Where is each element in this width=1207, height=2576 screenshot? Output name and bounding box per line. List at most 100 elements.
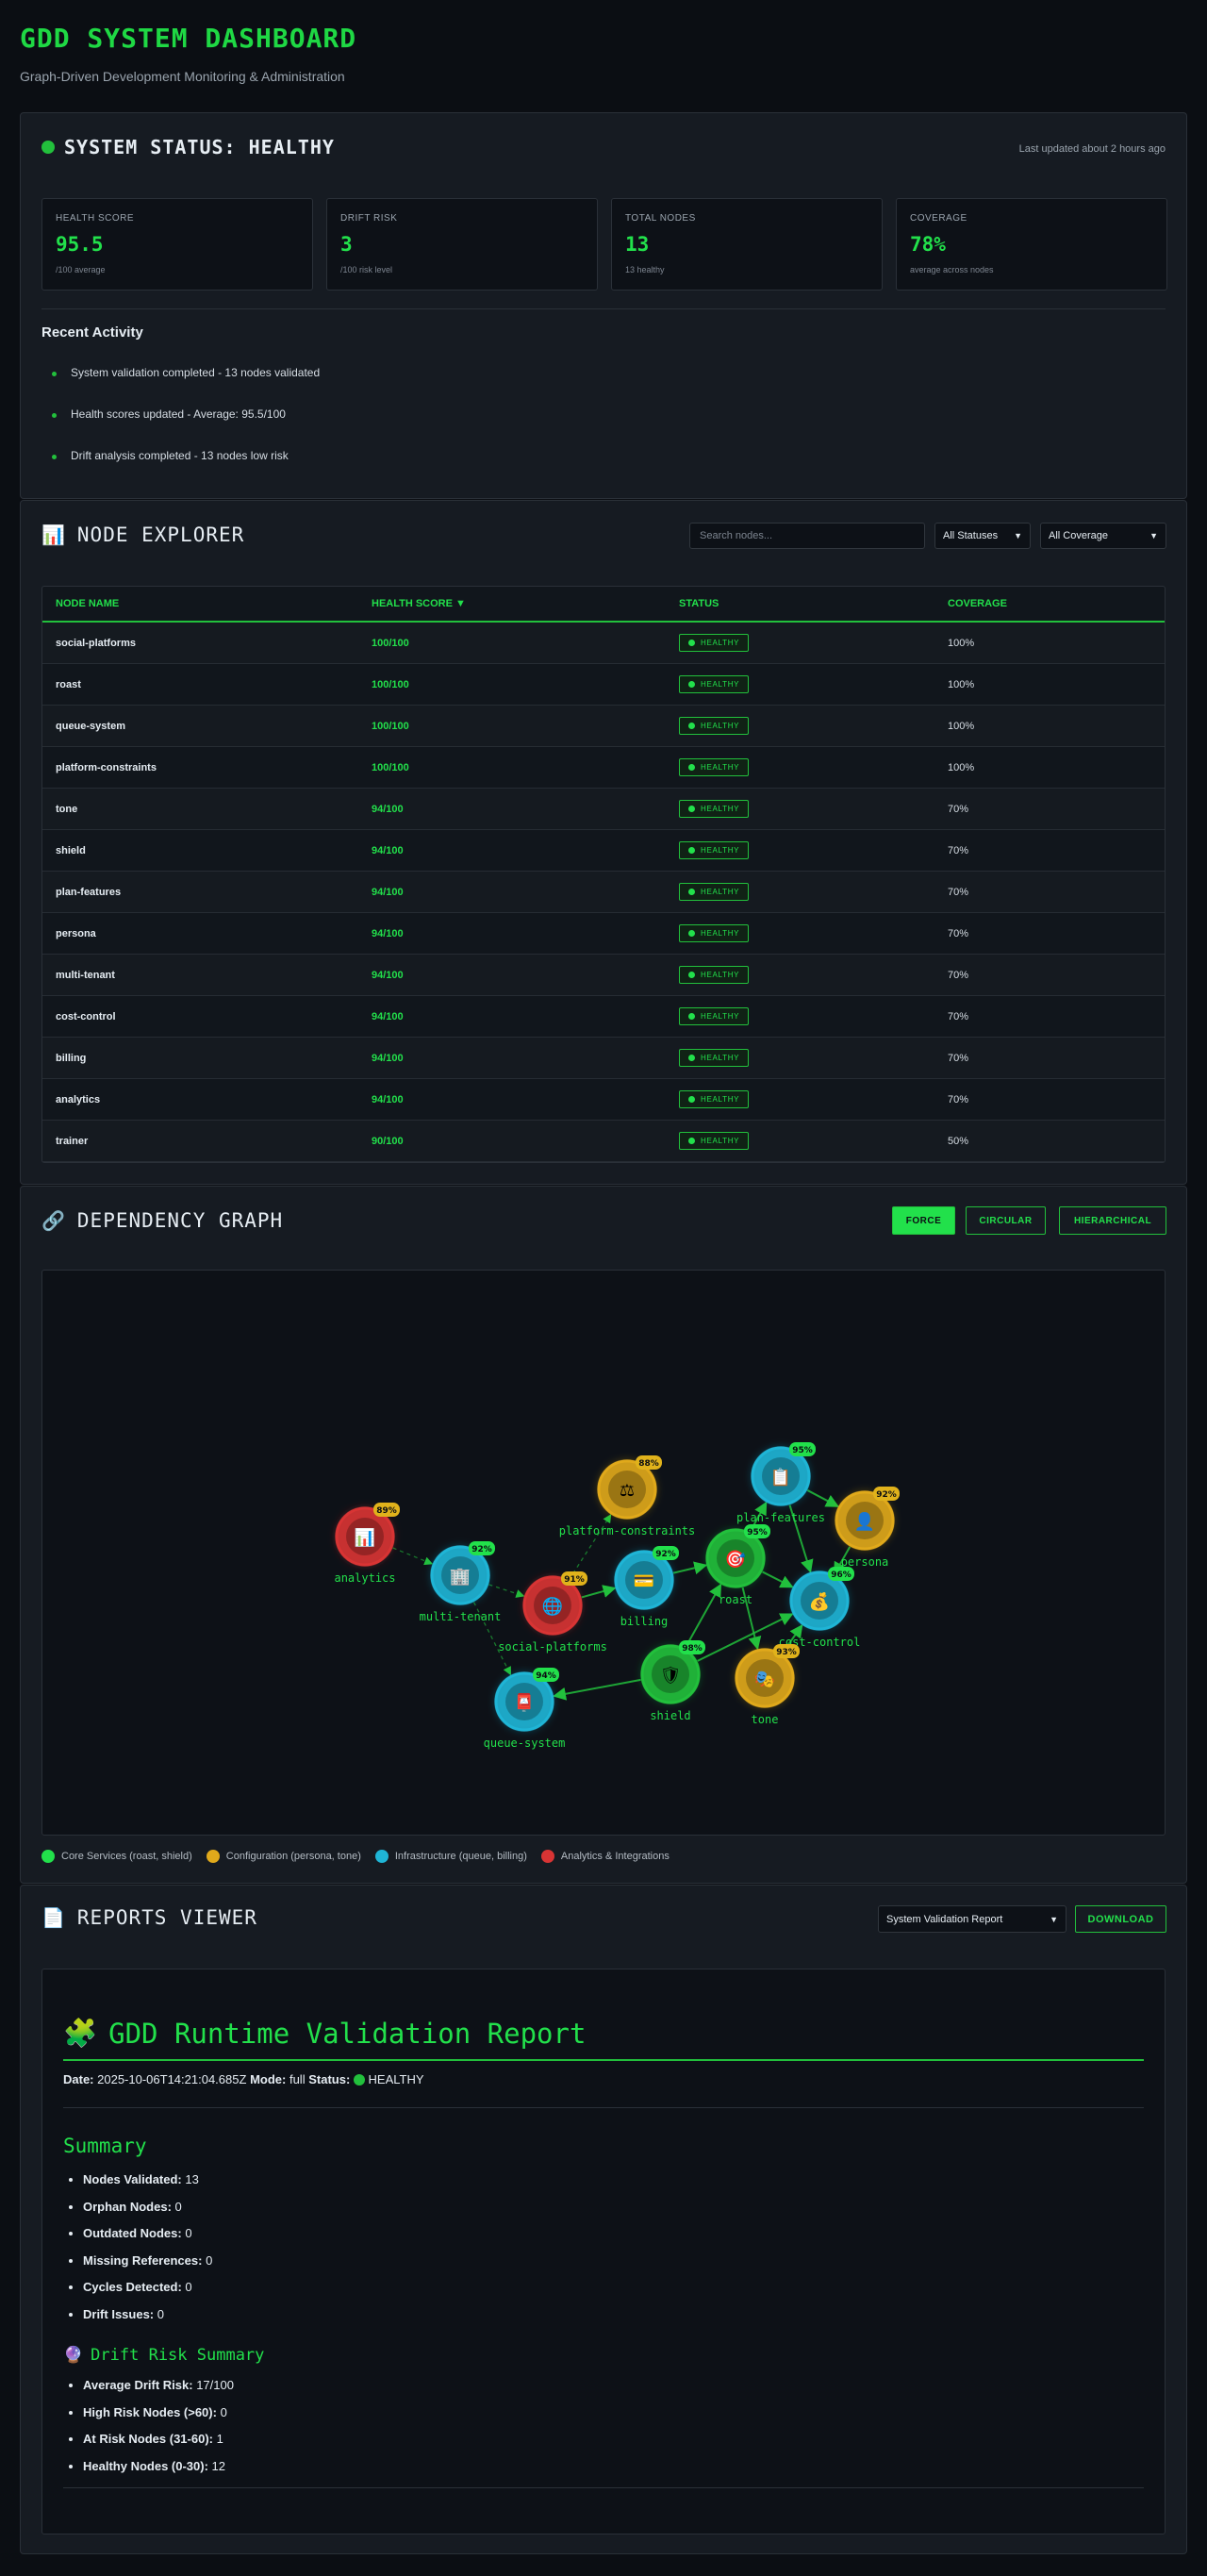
mode-label: Mode: — [250, 2072, 287, 2086]
metric-total-nodes: TOTAL NODES 13 13 healthy — [611, 198, 883, 291]
status-badge-text: HEALTHY — [701, 888, 740, 896]
coverage-filter-select[interactable]: All Coverage ▼ — [1040, 523, 1166, 549]
table-row[interactable]: shield 94/100 HEALTHY 70% — [42, 830, 1165, 872]
layout-force-button[interactable]: FORCE — [892, 1206, 955, 1235]
last-updated: Last updated about 2 hours ago — [1018, 143, 1166, 155]
table-row[interactable]: persona 94/100 HEALTHY 70% — [42, 913, 1165, 955]
table-row[interactable]: plan-features 94/100 HEALTHY 70% — [42, 872, 1165, 913]
graph-node-multi-tenant[interactable]: 🏢 92% multi-tenant — [420, 1541, 502, 1623]
report-document: 🧩 GDD Runtime Validation Report Date: 20… — [41, 1969, 1166, 2534]
legend-item-infra: Infrastructure (queue, billing) — [374, 1850, 527, 1863]
metrics-row: HEALTH SCORE 95.5 /100 average DRIFT RIS… — [41, 198, 1167, 291]
shield-node-icon: 🛡 — [660, 1666, 682, 1685]
graph-node-queue-system[interactable]: 📮 94% queue-system — [484, 1668, 566, 1750]
column-header-coverage[interactable]: COVERAGE — [948, 598, 1165, 609]
graph-edge — [762, 1571, 794, 1588]
node-name-cell: analytics — [56, 1093, 101, 1105]
status-dot-icon — [688, 889, 695, 895]
status-cell: HEALTHY — [679, 717, 948, 735]
column-header-health[interactable]: HEALTH SCORE ▼ — [372, 598, 679, 609]
status-cell: HEALTHY — [679, 634, 948, 652]
status-cell: HEALTHY — [679, 883, 948, 901]
node-badge-text: 98% — [682, 1644, 703, 1654]
drift-value: 0 — [220, 2404, 227, 2419]
node-label: queue-system — [484, 1737, 566, 1750]
status-badge: HEALTHY — [679, 966, 750, 984]
health-score-cell: 100/100 — [372, 720, 409, 732]
tone-node-icon: 🎭 — [754, 1670, 775, 1688]
table-row[interactable]: social-platforms 100/100 HEALTHY 100% — [42, 623, 1165, 664]
drift-item: Average Drift Risk: 17/100 — [83, 2378, 1144, 2405]
graph-node-analytics[interactable]: 📊 89% analytics — [334, 1503, 400, 1585]
page-header: GDD SYSTEM DASHBOARD Graph-Driven Develo… — [20, 23, 1187, 84]
graph-node-persona[interactable]: 👤 92% persona — [835, 1487, 900, 1569]
drift-heading: 🔮 Drift Risk Summary — [63, 2346, 1144, 2365]
graph-svg: 📊 89% analytics 🏢 92% multi-tenant 🌐 91% social-… — [334, 1442, 900, 1750]
graph-node-billing[interactable]: 💳 92% billing — [614, 1546, 679, 1628]
explorer-title: 📊 NODE EXPLORER — [41, 524, 244, 546]
search-input[interactable] — [689, 523, 925, 549]
status-dot-icon — [688, 681, 695, 688]
table-row[interactable]: trainer 90/100 HEALTHY 50% — [42, 1121, 1165, 1162]
metric-label: DRIFT RISK — [340, 213, 398, 224]
summary-item: Nodes Validated: 13 — [83, 2172, 1144, 2200]
status-dot-icon — [688, 847, 695, 854]
green-circle-icon — [353, 2074, 365, 2086]
node-name-cell: persona — [56, 927, 96, 939]
table-row[interactable]: platform-constraints 100/100 HEALTHY 100% — [42, 747, 1165, 789]
graph-node-social-platforms[interactable]: 🌐 91% social-platforms — [498, 1571, 607, 1654]
graph-node-plan-features[interactable]: 📋 95% plan-features — [736, 1442, 825, 1524]
status-badge: HEALTHY — [679, 758, 750, 776]
legend-swatch — [41, 1850, 55, 1863]
metric-coverage: COVERAGE 78% average across nodes — [896, 198, 1167, 291]
node-name-cell: trainer — [56, 1135, 89, 1147]
divider — [63, 2107, 1144, 2108]
date-label: Date: — [63, 2072, 94, 2086]
status-filter-select[interactable]: All Statuses ▼ — [934, 523, 1031, 549]
reports-title-text: REPORTS VIEWER — [76, 1906, 257, 1929]
metric-label: TOTAL NODES — [625, 213, 696, 224]
graph-canvas[interactable]: 📊 89% analytics 🏢 92% multi-tenant 🌐 91% social-… — [41, 1270, 1166, 1836]
bullet-icon — [52, 372, 57, 376]
column-header-status[interactable]: STATUS — [679, 598, 948, 609]
graph-edge — [581, 1585, 617, 1599]
legend-label: Analytics & Integrations — [560, 1851, 670, 1862]
graph-node-shield[interactable]: 🛡 98% shield — [640, 1640, 705, 1722]
node-name-cell: shield — [56, 844, 86, 856]
legend-label: Core Services (roast, shield) — [61, 1851, 192, 1862]
node-badge-text: 88% — [638, 1459, 659, 1469]
report-title: 🧩 GDD Runtime Validation Report — [63, 2017, 1144, 2050]
legend-swatch — [206, 1850, 220, 1863]
node-badge-text: 96% — [831, 1571, 852, 1580]
column-header-name[interactable]: NODE NAME — [42, 598, 372, 609]
graph-title-text: DEPENDENCY GRAPH — [76, 1209, 284, 1232]
layout-hierarchical-button[interactable]: HIERARCHICAL — [1059, 1206, 1166, 1235]
table-row[interactable]: tone 94/100 HEALTHY 70% — [42, 789, 1165, 830]
table-row[interactable]: multi-tenant 94/100 HEALTHY 70% — [42, 955, 1165, 996]
layout-circular-button[interactable]: CIRCULAR — [966, 1206, 1046, 1235]
activity-item: Drift analysis completed - 13 nodes low … — [52, 449, 320, 490]
summary-key: Outdated Nodes: — [83, 2226, 182, 2240]
download-button[interactable]: DOWNLOAD — [1075, 1905, 1166, 1933]
status-cell: HEALTHY — [679, 841, 948, 859]
table-row[interactable]: queue-system 100/100 HEALTHY 100% — [42, 706, 1165, 747]
table-row[interactable]: roast 100/100 HEALTHY 100% — [42, 664, 1165, 706]
recent-activity-list: System validation completed - 13 nodes v… — [52, 366, 320, 490]
node-badge-text: 92% — [876, 1490, 897, 1500]
table-row[interactable]: cost-control 94/100 HEALTHY 70% — [42, 996, 1165, 1038]
graph-node-platform-constraints[interactable]: ⚖ 88% platform-constraints — [559, 1455, 696, 1537]
coverage-cell: 70% — [948, 803, 969, 815]
health-score-cell: 90/100 — [372, 1135, 404, 1147]
table-row[interactable]: billing 94/100 HEALTHY 70% — [42, 1038, 1165, 1079]
drift-key: High Risk Nodes (>60): — [83, 2404, 217, 2419]
status-badge: HEALTHY — [679, 675, 750, 693]
graph-node-cost-control[interactable]: 💰96%cost-control — [779, 1567, 861, 1649]
node-label: plan-features — [736, 1511, 825, 1524]
summary-value: 0 — [157, 2306, 164, 2321]
table-header: NODE NAME HEALTH SCORE ▼ STATUS COVERAGE — [42, 587, 1165, 623]
analytics-node-icon: 📊 — [355, 1527, 375, 1547]
graph-node-tone[interactable]: 🎭 93% tone — [735, 1644, 800, 1726]
coverage-cell: 100% — [948, 761, 975, 773]
report-select[interactable]: System Validation Report ▼ — [878, 1905, 1066, 1933]
table-row[interactable]: analytics 94/100 HEALTHY 70% — [42, 1079, 1165, 1121]
